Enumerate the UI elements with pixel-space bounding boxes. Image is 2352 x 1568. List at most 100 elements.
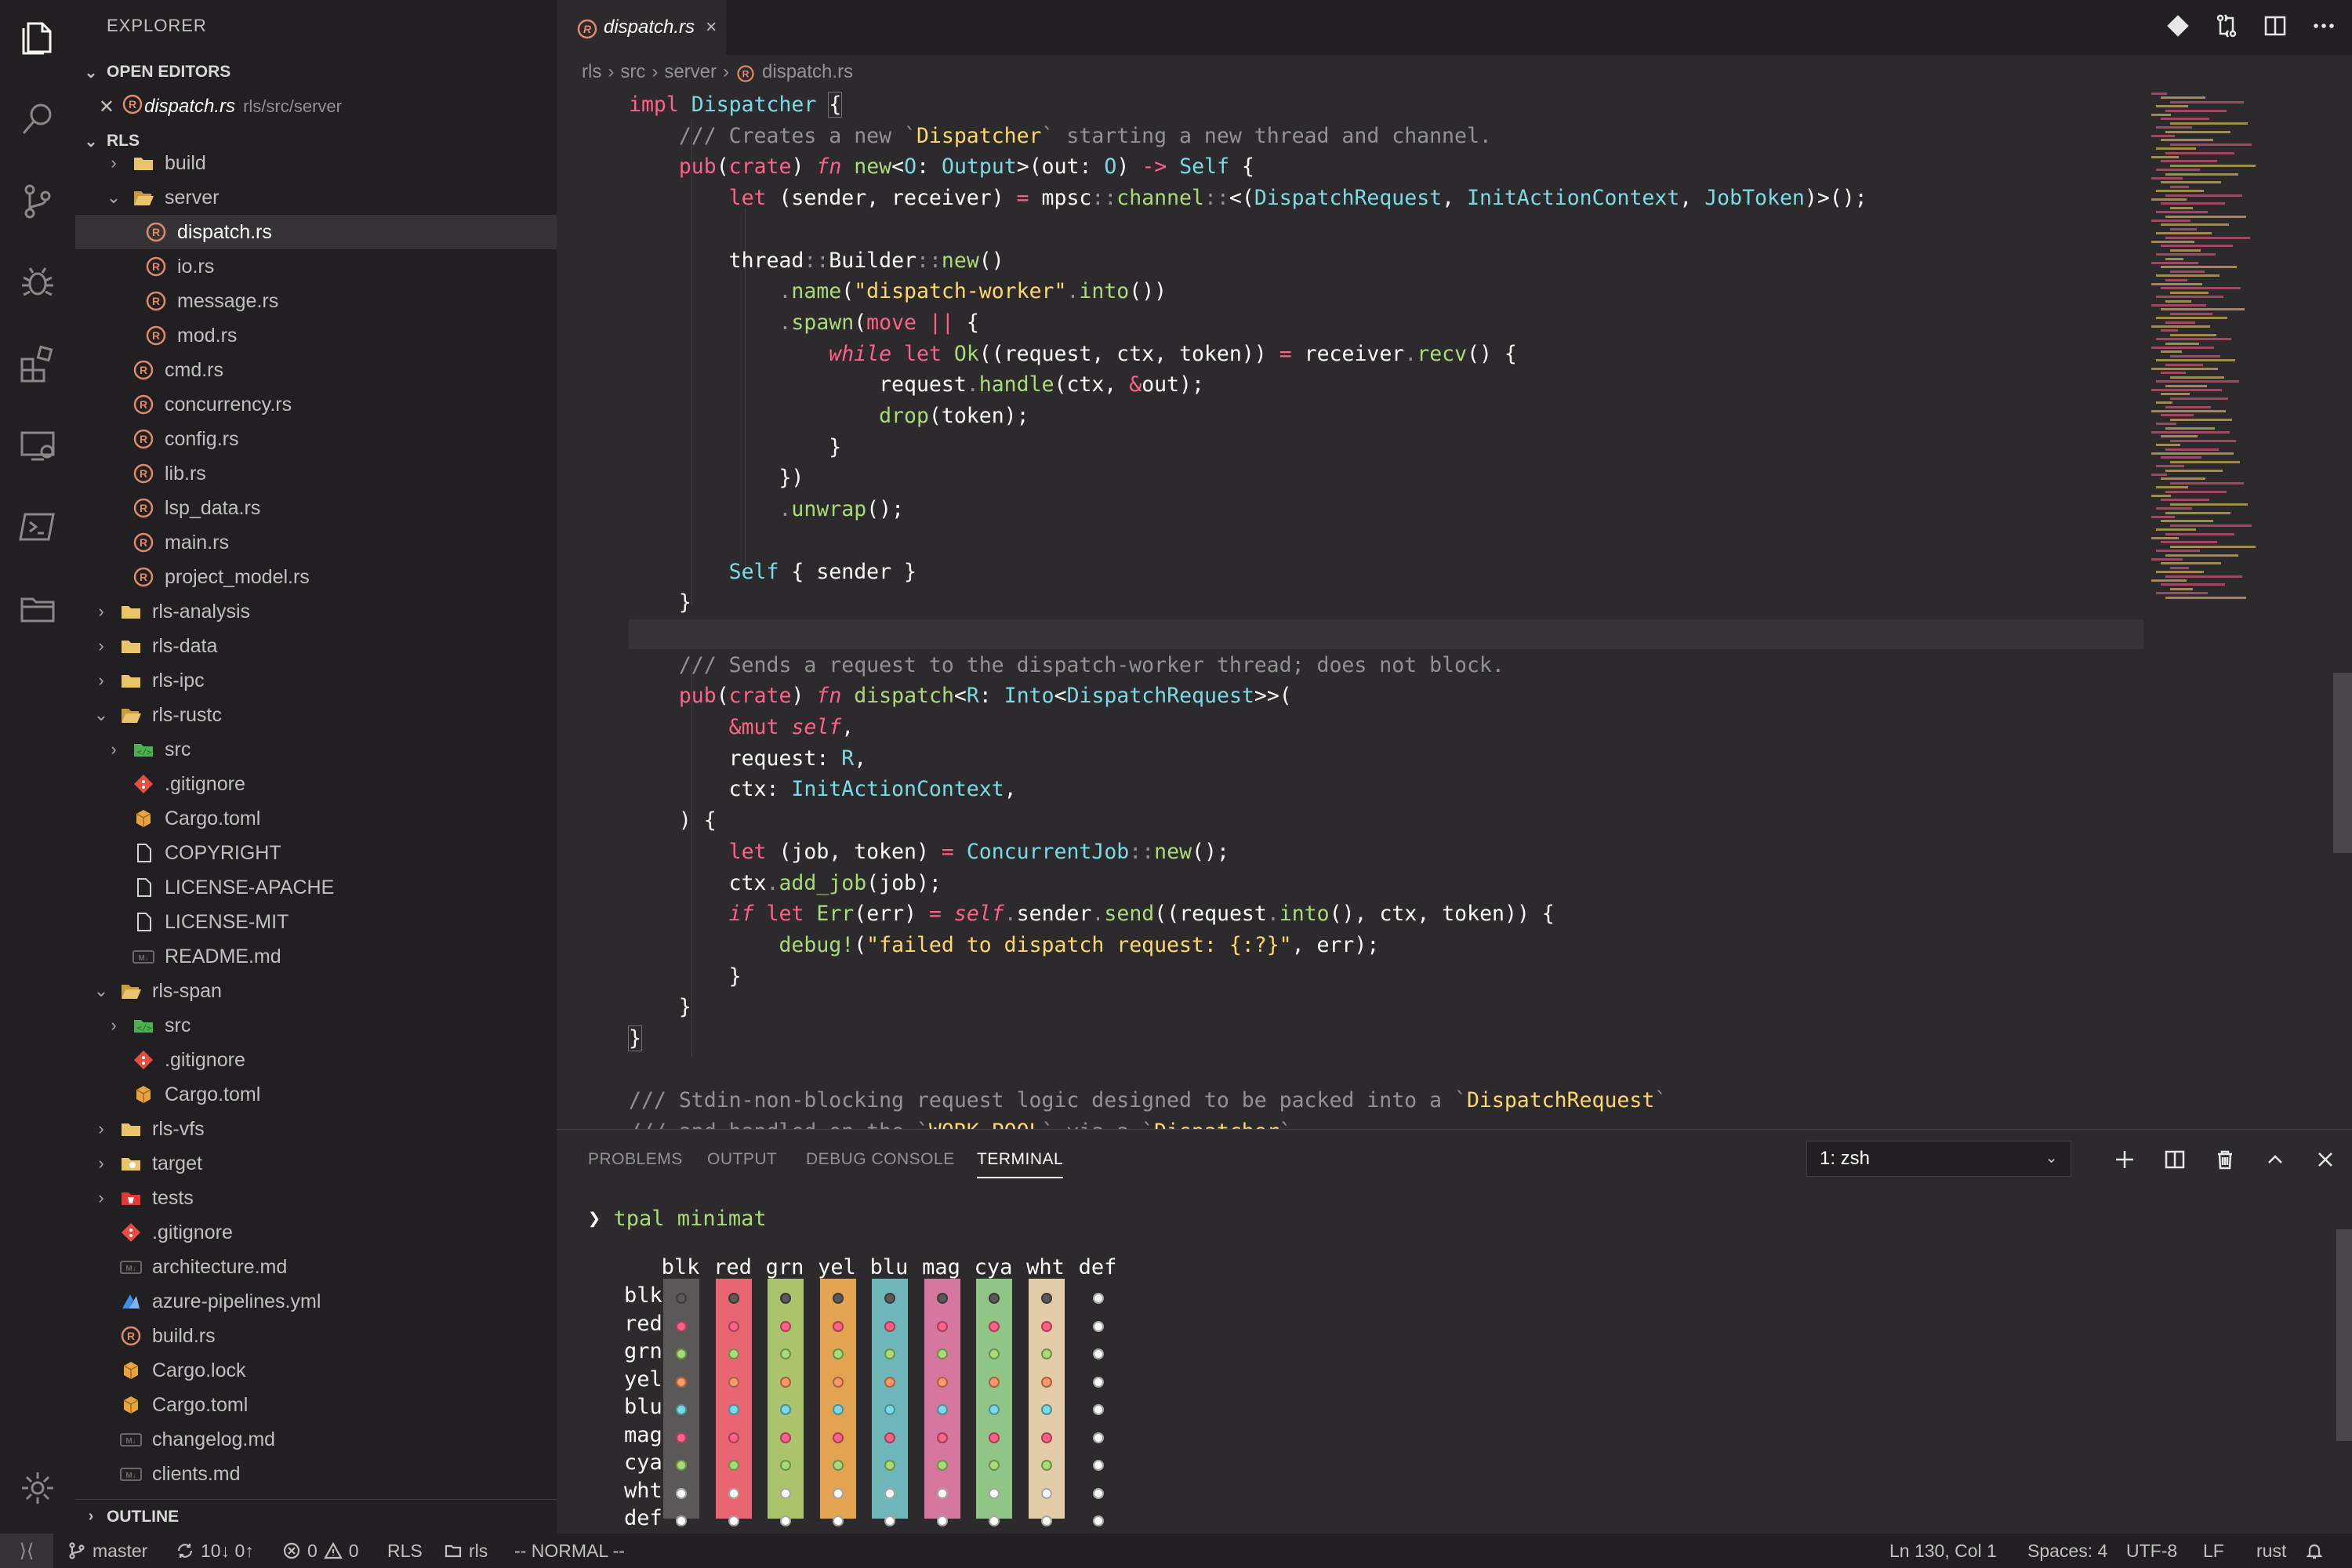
tree-item[interactable]: › rls-ipc [75, 663, 557, 698]
tree-item-label: cmd.rs [165, 358, 223, 381]
tree-item[interactable]: COPYRIGHT [75, 836, 557, 870]
tree-item[interactable]: Rmod.rs [75, 318, 557, 353]
encoding[interactable]: UTF-8 [2126, 1534, 2177, 1568]
minimap-line [2161, 372, 2186, 375]
breadcrumb-item[interactable]: server [664, 61, 717, 83]
workspace-folder[interactable]: rls [444, 1534, 488, 1568]
editor-scrollbar-thumb[interactable] [2333, 673, 2352, 853]
tree-item[interactable]: Rmessage.rs [75, 284, 557, 318]
tree-item[interactable]: Rmain.rs [75, 525, 557, 560]
code-line: let (sender, receiver) = mpsc::channel::… [728, 186, 1867, 211]
code-line: /// Stdin-non-blocking request logic des… [629, 1088, 1668, 1113]
terminal-select[interactable]: 1: zsh ⌄ [1806, 1141, 2071, 1177]
tree-item[interactable]: .gitignore [75, 1215, 557, 1250]
breadcrumb-item[interactable]: dispatch.rs [762, 61, 853, 83]
code-editor[interactable]: impl Dispatcher { /// Creates a new `Dis… [557, 89, 2143, 1129]
terminal-output[interactable]: ❯ tpal minimat blk red grn yel blu mag cya wht d… [557, 1192, 2336, 1534]
close-icon[interactable]: × [706, 16, 717, 38]
minimap[interactable] [2143, 89, 2336, 607]
folder-view-icon[interactable] [0, 571, 75, 646]
new-terminal-icon[interactable] [2109, 1144, 2140, 1175]
language-mode[interactable]: rust [2256, 1534, 2286, 1568]
cursor-position[interactable]: Ln 130, Col 1 [1889, 1534, 1997, 1568]
tree-item[interactable]: Rconcurrency.rs [75, 387, 557, 422]
tree-item[interactable]: Rio.rs [75, 249, 557, 284]
tree-item[interactable]: Rbuild.rs [75, 1319, 557, 1353]
outline-header[interactable]: › OUTLINE [75, 1499, 557, 1534]
breadcrumb-item[interactable]: src [620, 61, 645, 83]
tree-item[interactable]: › rls-data [75, 629, 557, 663]
editor-scrollbar[interactable] [2336, 89, 2352, 1129]
terminal-scrollbar-thumb[interactable] [2336, 1229, 2352, 1441]
code-line: while let Ok((request, ctx, token)) = re… [829, 341, 1517, 366]
tree-item[interactable]: Rdispatch.rs [75, 215, 557, 249]
tree-item[interactable]: Rlsp_data.rs [75, 491, 557, 525]
tree-item[interactable]: › build [75, 146, 557, 180]
problems-indicator[interactable]: 0 0 [282, 1534, 359, 1568]
tree-item[interactable]: M↓ clients.md [75, 1457, 557, 1491]
tree-item[interactable]: ⌄ server [75, 180, 557, 215]
tree-item[interactable]: ⌄ rls-span [75, 974, 557, 1008]
palette-swatch-dot [728, 1460, 739, 1471]
close-icon[interactable]: ✕ [75, 96, 114, 118]
warning-count: 0 [348, 1540, 359, 1561]
tab-debug-console[interactable]: DEBUG CONSOLE [806, 1150, 955, 1169]
split-editor-icon[interactable] [2263, 13, 2288, 42]
tree-item[interactable]: M↓ README.md [75, 939, 557, 974]
tree-item[interactable]: › rls-vfs [75, 1112, 557, 1146]
sync-indicator[interactable]: 10↓ 0↑ [176, 1534, 254, 1568]
tree-item[interactable]: › tests [75, 1181, 557, 1215]
tree-item[interactable]: Rlib.rs [75, 456, 557, 491]
end-of-line[interactable]: LF [2203, 1534, 2224, 1568]
source-control-icon[interactable] [0, 163, 75, 238]
breadcrumb-item[interactable]: rls [582, 61, 601, 83]
tree-item[interactable]: LICENSE-APACHE [75, 870, 557, 905]
open-editor-item[interactable]: ✕ R dispatch.rs rls/src/server [75, 89, 557, 124]
tree-item[interactable]: Cargo.toml [75, 1077, 557, 1112]
open-changes-icon[interactable] [2165, 13, 2190, 42]
tree-item[interactable]: › target [75, 1146, 557, 1181]
remote-indicator[interactable]: ⟩⟨ [0, 1534, 53, 1568]
tab-terminal[interactable]: TERMINAL [977, 1150, 1064, 1178]
tree-item[interactable]: azure-pipelines.yml [75, 1284, 557, 1319]
settings-gear-icon[interactable] [0, 1450, 75, 1526]
close-panel-icon[interactable] [2310, 1144, 2341, 1175]
rls-status[interactable]: RLS [387, 1534, 423, 1568]
tree-item[interactable]: Cargo.lock [75, 1353, 557, 1388]
tree-item[interactable]: LICENSE-MIT [75, 905, 557, 939]
tree-item[interactable]: › </> src [75, 732, 557, 767]
split-terminal-icon[interactable] [2159, 1144, 2190, 1175]
tree-item[interactable]: › </> src [75, 1008, 557, 1043]
tree-item[interactable]: .gitignore [75, 767, 557, 801]
notifications-indicator[interactable] [2305, 1534, 2330, 1568]
remote-explorer-icon[interactable] [0, 408, 75, 483]
terminal-icon[interactable] [0, 489, 75, 564]
tree-item[interactable]: Rproject_model.rs [75, 560, 557, 594]
search-icon[interactable] [0, 82, 75, 157]
trash-icon[interactable] [2209, 1144, 2241, 1175]
tree-item[interactable]: .gitignore [75, 1043, 557, 1077]
tree-item[interactable]: Rconfig.rs [75, 422, 557, 456]
tab-output[interactable]: OUTPUT [707, 1150, 777, 1169]
tree-item[interactable]: Rcmd.rs [75, 353, 557, 387]
compare-changes-icon[interactable] [2214, 13, 2239, 42]
indentation[interactable]: Spaces: 4 [2027, 1534, 2107, 1568]
chevron-right-icon: › [98, 601, 104, 621]
minimap-line [2170, 566, 2189, 569]
debug-icon[interactable] [0, 245, 75, 320]
tree-item[interactable]: M↓ architecture.md [75, 1250, 557, 1284]
open-editors-header[interactable]: ⌄ OPEN EDITORS [75, 55, 557, 89]
extensions-icon[interactable] [0, 326, 75, 401]
maximize-panel-icon[interactable] [2259, 1144, 2291, 1175]
tab-problems[interactable]: PROBLEMS [588, 1150, 683, 1169]
tab-dispatch-rs[interactable]: R dispatch.rs × [557, 0, 726, 55]
tree-item[interactable]: ⌄ rls-rustc [75, 698, 557, 732]
more-actions-icon[interactable] [2311, 13, 2336, 42]
tree-item[interactable]: Cargo.toml [75, 801, 557, 836]
explorer-icon[interactable] [0, 0, 75, 75]
code-line: .spawn(move || { [779, 310, 979, 335]
tree-item[interactable]: Cargo.toml [75, 1388, 557, 1422]
tree-item[interactable]: M↓ changelog.md [75, 1422, 557, 1457]
tree-item[interactable]: › rls-analysis [75, 594, 557, 629]
branch-indicator[interactable]: master [67, 1534, 147, 1568]
